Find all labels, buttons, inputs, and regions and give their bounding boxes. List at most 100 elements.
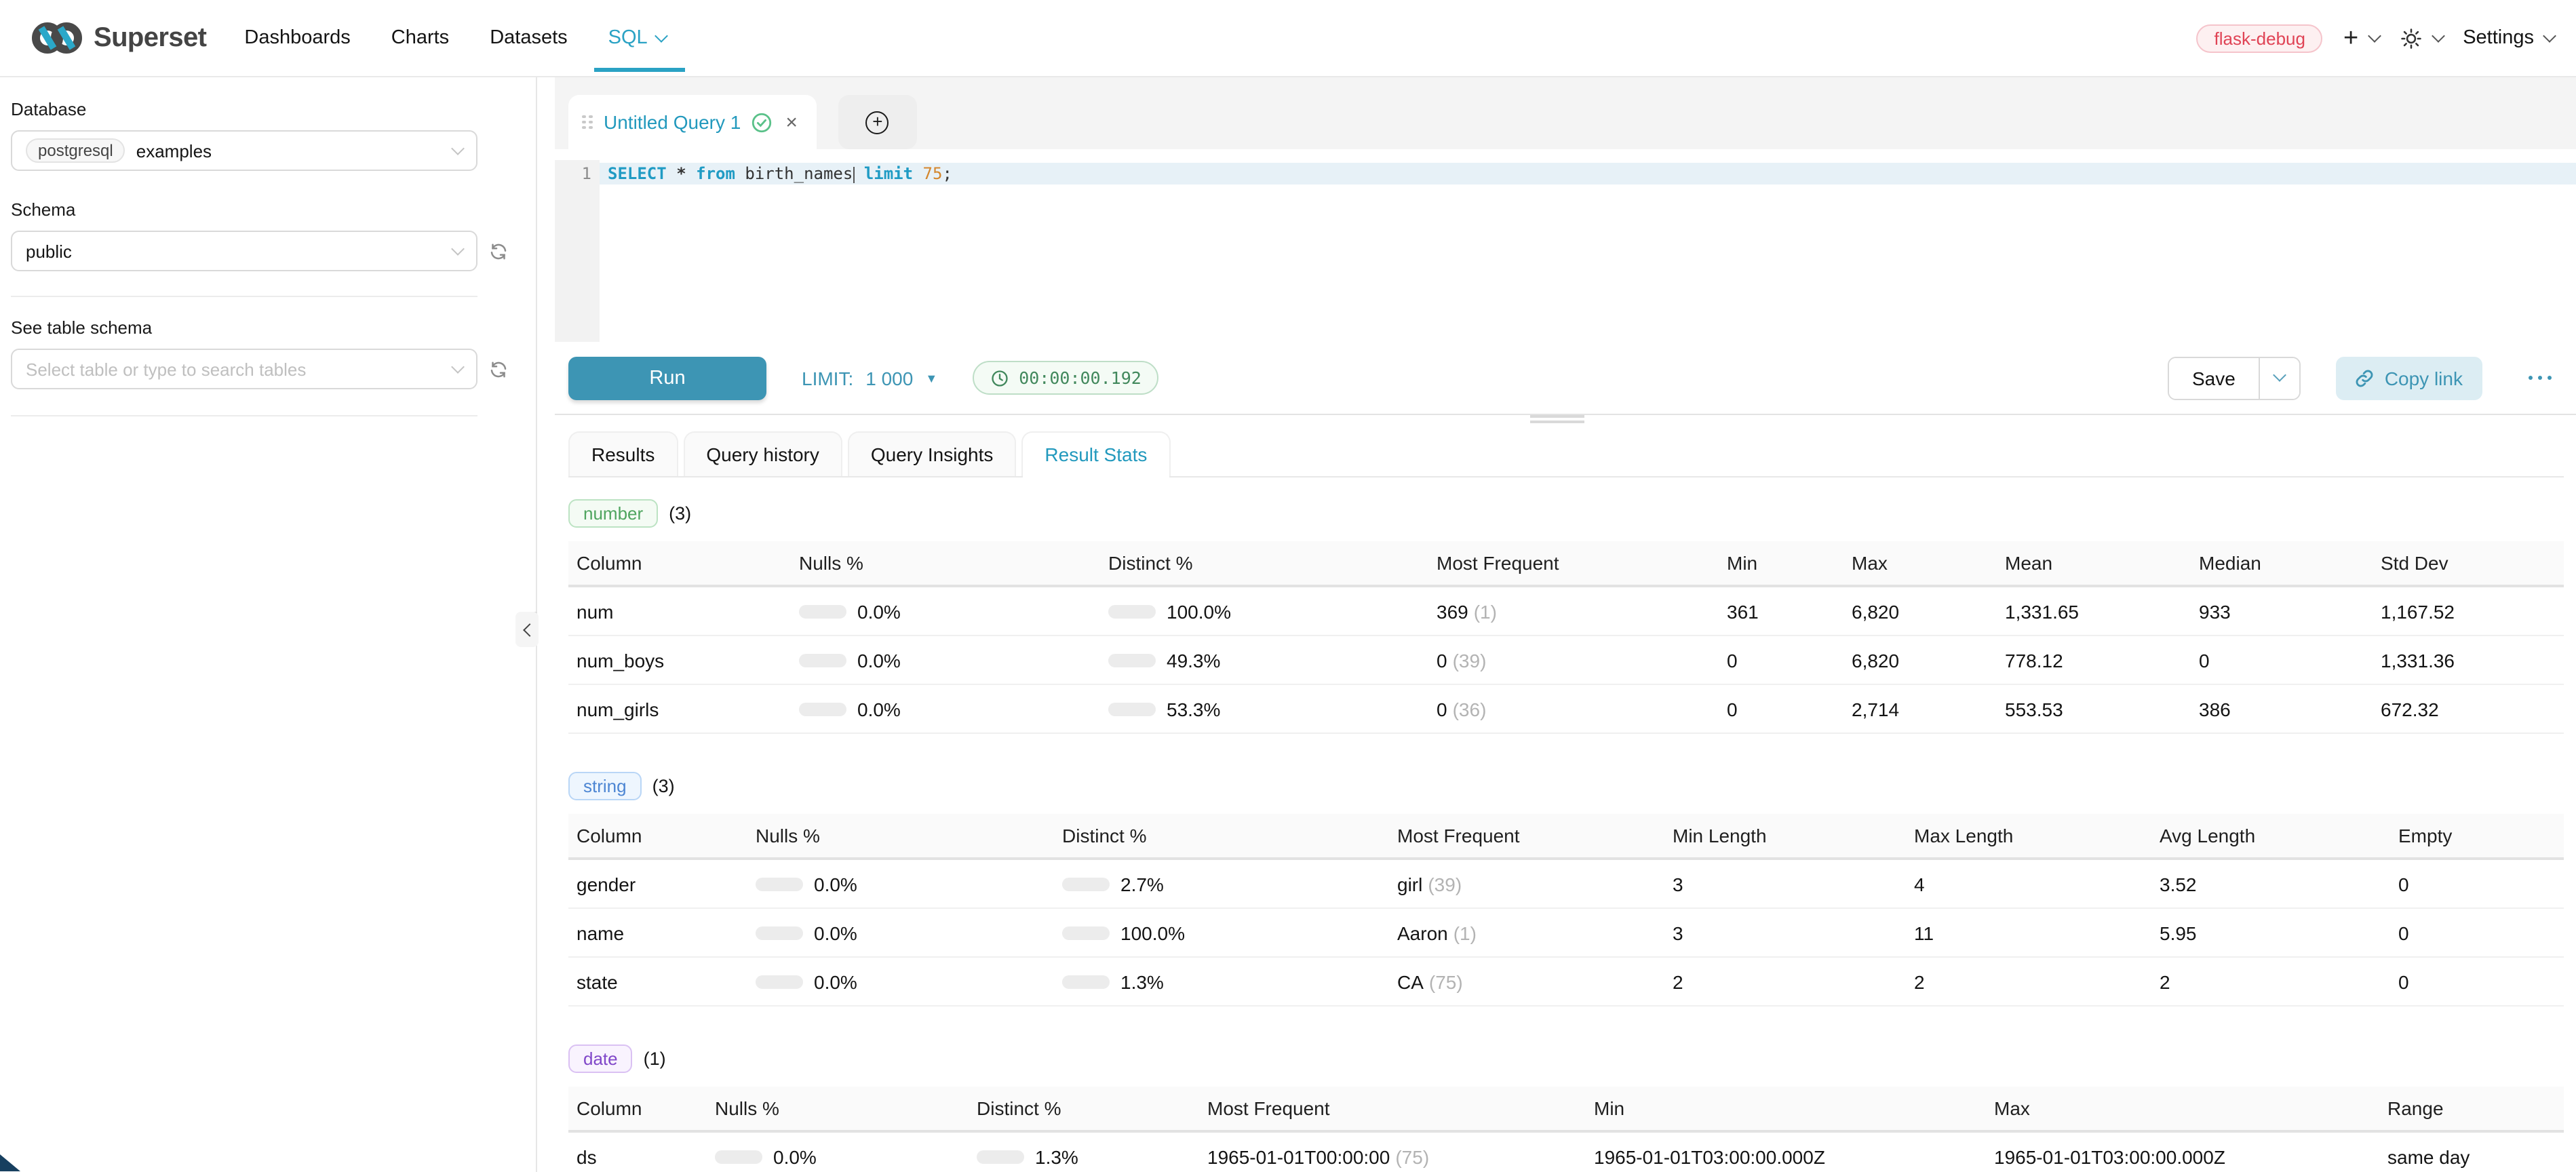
nav-item-dashboards[interactable]: Dashboards (244, 27, 350, 49)
sql-token: ; (942, 164, 952, 183)
stats-table: ColumnNulls %Distinct %Most FrequentMinM… (568, 1087, 2564, 1172)
stat-value-cell: 0 (1727, 649, 1852, 671)
stat-value-cell: 6,820 (1852, 600, 2005, 622)
pane-resize-handle[interactable] (537, 415, 2576, 423)
link-icon (2355, 368, 2374, 387)
table-row: num_boys0.0%49.3%0(39)06,820778.1201,331… (568, 636, 2564, 685)
most-frequent-count: (39) (1428, 873, 1462, 895)
table-header-cell: Most Frequent (1397, 825, 1673, 846)
stats-section-string: string(3) ColumnNulls %Distinct %Most Fre… (568, 772, 2564, 1007)
sql-code-line[interactable]: SELECT * from birth_names limit 75; (600, 163, 2576, 184)
refresh-schemas-button[interactable] (486, 239, 510, 263)
sql-token: 75 (923, 164, 943, 183)
tab-result-stats[interactable]: Result Stats (1021, 431, 1170, 476)
chevron-down-icon (451, 241, 465, 255)
superset-logo-icon (30, 20, 84, 56)
limit-dropdown[interactable]: LIMIT: 1 000 ▼ (802, 367, 937, 389)
nav-item-sql[interactable]: SQL (608, 27, 667, 49)
percent-label: 53.3% (1167, 698, 1220, 720)
chevron-down-icon (451, 359, 465, 373)
table-header-cell: Distinct % (1108, 552, 1437, 574)
stat-value-cell: 933 (2199, 600, 2381, 622)
result-stats-content: number (3) ColumnNulls %Distinct %Most Fre… (568, 499, 2564, 1172)
more-menu-button[interactable] (2528, 376, 2552, 380)
save-options-button[interactable] (2259, 357, 2299, 398)
stat-value-cell: 3.52 (2160, 873, 2398, 895)
stat-value-cell: 2,714 (1852, 698, 2005, 720)
nulls-bar-cell: 0.0% (799, 649, 1108, 671)
refresh-tables-button[interactable] (486, 357, 510, 381)
nav-item-charts[interactable]: Charts (391, 27, 449, 49)
superset-brand[interactable]: Superset (30, 20, 206, 56)
stats-table: ColumnNulls %Distinct %Most FrequentMin … (568, 814, 2564, 1007)
percent-label: 1.3% (1120, 971, 1164, 992)
stats-section-header: string(3) (568, 772, 2564, 800)
sql-token: from (696, 164, 735, 183)
table-header-cell: Std Dev (2381, 552, 2564, 574)
table-header-cell: Avg Length (2160, 825, 2398, 846)
table-header-row: ColumnNulls %Distinct %Most FrequentMinM… (568, 541, 2564, 587)
stat-value-cell: 1965-01-01T03:00:00.000Z (1994, 1146, 2387, 1167)
stat-value-cell: 11 (1914, 922, 2160, 943)
chevron-down-icon (655, 28, 669, 42)
schema-select[interactable]: public (11, 231, 477, 271)
stat-value-cell: 4 (1914, 873, 2160, 895)
schema-label: Schema (11, 199, 525, 220)
progress-bar-track (1062, 926, 1110, 939)
table-header-cell: Min Length (1673, 825, 1914, 846)
progress-bar-track (977, 1150, 1024, 1163)
save-button[interactable]: Save (2169, 357, 2259, 398)
editor-code-area[interactable]: SELECT * from birth_names limit 75; (600, 160, 2576, 342)
most-frequent-cell: girl(39) (1397, 873, 1673, 895)
plus-icon: + (2343, 25, 2358, 51)
most-frequent-count: (36) (1453, 698, 1487, 720)
table-select[interactable]: Select table or type to search tables (11, 349, 477, 389)
line-number: 1 (555, 163, 591, 184)
progress-bar-track (799, 702, 846, 716)
stat-value-cell: 2 (2160, 971, 2398, 992)
query-tab[interactable]: Untitled Query 1 × (568, 95, 817, 149)
percent-label: 0.0% (857, 698, 901, 720)
column-name-cell: state (568, 971, 756, 992)
chevron-down-icon (2367, 28, 2381, 42)
most-frequent-cell: 0(36) (1437, 698, 1727, 720)
table-header-cell: Min (1594, 1097, 1994, 1119)
table-row: state0.0%1.3%CA(75)2220 (568, 958, 2564, 1007)
type-badge: number (568, 499, 658, 528)
sql-editor[interactable]: 1 SELECT * from birth_names limit 75; (555, 160, 2576, 342)
nulls-bar-cell: 0.0% (756, 922, 1062, 943)
tab-query-history[interactable]: Query history (683, 431, 842, 476)
close-tab-icon[interactable]: × (785, 111, 798, 134)
collapse-sidebar-button[interactable] (515, 612, 539, 647)
table-row: num_girls0.0%53.3%0(36)02,714553.5338667… (568, 685, 2564, 734)
results-tab-bar: Results Query history Query Insights Res… (568, 431, 2564, 477)
stat-value-cell: 361 (1727, 600, 1852, 622)
table-header-cell: Mean (2005, 552, 2199, 574)
tab-results[interactable]: Results (568, 431, 678, 476)
progress-bar-track (799, 653, 846, 667)
theme-toggle[interactable] (2399, 26, 2442, 50)
stats-section-header: date(1) (568, 1044, 2564, 1073)
nav-item-datasets[interactable]: Datasets (490, 27, 567, 49)
column-name-cell: ds (568, 1146, 715, 1167)
database-label: Database (11, 99, 525, 119)
column-count: (3) (669, 503, 691, 524)
tab-query-insights[interactable]: Query Insights (848, 431, 1017, 476)
drag-handle-icon[interactable] (582, 115, 593, 130)
table-header-cell: Range (2387, 1097, 2564, 1119)
stat-value-cell: 1,331.65 (2005, 600, 2199, 622)
most-frequent-cell: 369(1) (1437, 600, 1727, 622)
database-select[interactable]: postgresql examples (11, 130, 477, 171)
brand-title: Superset (94, 22, 206, 54)
settings-menu[interactable]: Settings (2463, 27, 2554, 49)
stat-value-cell: 1,331.36 (2381, 649, 2564, 671)
run-button[interactable]: Run (568, 356, 766, 399)
copy-link-button[interactable]: Copy link (2336, 356, 2482, 399)
most-frequent-value: 1965-01-01T00:00:00 (1207, 1146, 1390, 1167)
sidebar-divider (11, 296, 477, 297)
new-query-tab-button[interactable]: + (838, 95, 917, 149)
distinct-bar-cell: 1.3% (977, 1146, 1207, 1167)
type-badge: string (568, 772, 642, 800)
new-item-button[interactable]: + (2343, 25, 2379, 51)
stat-value-cell: 3 (1673, 873, 1914, 895)
